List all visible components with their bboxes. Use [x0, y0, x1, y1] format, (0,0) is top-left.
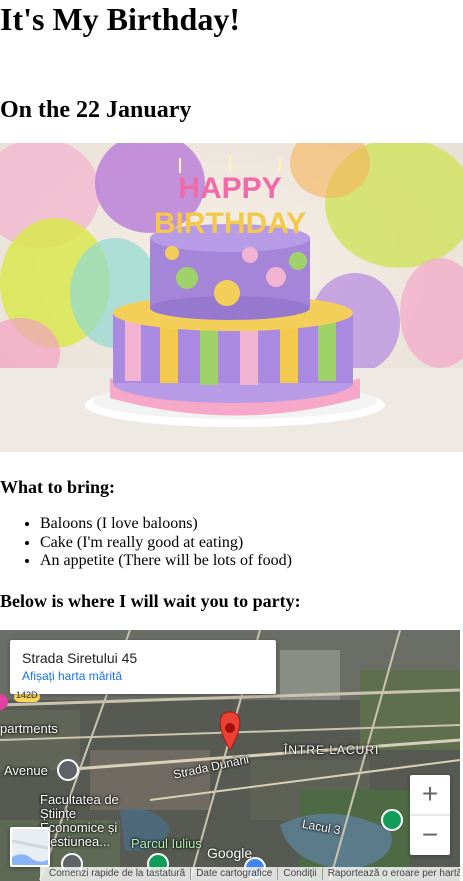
- date-heading: On the 22 January: [0, 97, 192, 123]
- road-badge: 142D: [16, 690, 38, 700]
- map-data-link[interactable]: Date cartografice: [190, 868, 277, 880]
- page-title: It's My Birthday!: [0, 1, 240, 37]
- map-info-card: Strada Siretului 45 Afișați harta mărită: [10, 640, 276, 694]
- map-label-avenue: Avenue: [4, 763, 48, 778]
- terms-link[interactable]: Condiții: [277, 868, 321, 880]
- list-item: Cake (I'm really good at eating): [40, 534, 292, 553]
- zoom-out-button[interactable]: −: [410, 815, 450, 855]
- party-location-heading: Below is where I will wait you to party:: [0, 591, 301, 611]
- cake-topper-birthday: BIRTHDAY: [154, 207, 306, 240]
- report-error-link[interactable]: Raportează o eroare per hartă: [321, 868, 460, 880]
- list-item: Baloons (I love baloons): [40, 515, 292, 534]
- map-address: Strada Siretului 45: [22, 650, 138, 666]
- view-larger-map-link[interactable]: Afișați harta mărită: [22, 668, 264, 684]
- zoom-in-button[interactable]: +: [410, 775, 450, 815]
- map-thumbnail-icon: [12, 829, 48, 865]
- list-item: An appetite (There will be lots of food): [40, 552, 292, 571]
- bring-list: Baloons (I love baloons) Cake (I'm reall…: [0, 515, 292, 571]
- cake-topper-happy: HAPPY: [178, 172, 281, 205]
- what-to-bring-heading: What to bring:: [0, 477, 116, 497]
- map-label-apartments: partments: [0, 721, 58, 736]
- map-type-toggle[interactable]: [10, 827, 50, 867]
- google-logo: Google: [207, 845, 253, 861]
- birthday-cake-image: HAPPY BIRTHDAY: [0, 143, 463, 452]
- keyboard-shortcuts-link[interactable]: Comenzi rapide de la tastatură: [44, 868, 190, 880]
- map-attribution-bar: Comenzi rapide de la tastatură Date cart…: [40, 867, 460, 881]
- map-label-park: Parcul Iulius: [131, 836, 202, 851]
- map-label-faculty: Facultatea de Științe Economice și Gesti…: [40, 792, 119, 849]
- map-label-district: ÎNTRE LACURI: [284, 743, 380, 757]
- embedded-map[interactable]: Strada Siretului 45 Afișați harta mărită…: [0, 630, 460, 881]
